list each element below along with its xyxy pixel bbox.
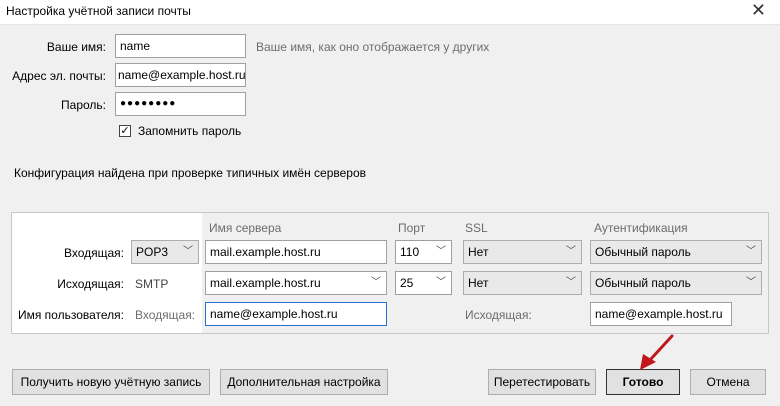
outgoing-protocol: SMTP [135,277,169,291]
outgoing-auth-value: Обычный пароль [595,276,691,290]
incoming-port-combo[interactable]: 110 ﹀ [395,240,452,264]
email-input[interactable]: name@example.host.ru [115,63,246,87]
username-outgoing-input[interactable]: name@example.host.ru [590,302,732,326]
username-incoming-label: Входящая: [135,308,196,322]
incoming-label: Входящая: [63,246,124,260]
column-header-port: Порт [398,221,426,235]
username-label: Имя пользователя: [17,308,124,322]
outgoing-port-value: 25 [400,276,414,290]
cancel-button[interactable]: Отмена [690,369,766,395]
chevron-down-icon: ﹀ [746,277,756,288]
incoming-server-input[interactable]: mail.example.host.ru [205,240,387,264]
chevron-down-icon: ﹀ [746,246,756,257]
remember-password-label[interactable]: Запомнить пароль [138,124,241,138]
annotation-arrow-icon [640,334,674,370]
incoming-ssl-value: Нет [468,245,489,259]
incoming-auth-select[interactable]: Обычный пароль ﹀ [590,240,762,264]
retest-button[interactable]: Перетестировать [488,369,596,395]
chevron-down-icon: ﹀ [566,277,576,288]
outgoing-ssl-value: Нет [468,276,489,290]
incoming-protocol-select[interactable]: POP3 ﹀ [131,240,199,264]
outgoing-auth-select[interactable]: Обычный пароль ﹀ [590,271,762,295]
name-input[interactable]: name [115,34,246,58]
incoming-ssl-select[interactable]: Нет ﹀ [463,240,582,264]
chevron-down-icon: ﹀ [371,277,381,288]
password-input[interactable]: ●●●●●●●● [115,92,246,116]
outgoing-label: Исходящая: [57,277,124,291]
password-label: Пароль: [61,98,106,112]
chevron-down-icon: ﹀ [183,246,193,257]
chevron-down-icon: ﹀ [436,246,446,257]
name-hint: Ваше имя, как оно отображается у других [256,40,490,54]
chevron-down-icon: ﹀ [436,277,446,288]
close-icon[interactable]: ✕ [751,1,766,19]
outgoing-server-value: mail.example.host.ru [210,276,321,290]
window-title: Настройка учётной записи почты [6,4,191,18]
username-outgoing-label: Исходящая: [465,308,532,322]
name-label: Ваше имя: [46,40,106,54]
incoming-auth-value: Обычный пароль [595,245,691,259]
advanced-config-button[interactable]: Дополнительная настройка [220,369,388,395]
outgoing-server-combo[interactable]: mail.example.host.ru ﹀ [205,271,387,295]
outgoing-ssl-select[interactable]: Нет ﹀ [463,271,582,295]
email-label: Адрес эл. почты: [12,69,106,83]
chevron-down-icon: ﹀ [566,246,576,257]
remember-password-checkbox[interactable]: ✓ [119,125,131,137]
incoming-protocol-value: POP3 [136,245,169,259]
done-button-label: Готово [622,375,664,389]
column-header-auth: Аутентификация [594,221,688,235]
config-status-message: Конфигурация найдена при проверке типичн… [14,166,367,180]
outgoing-port-combo[interactable]: 25 ﹀ [395,271,452,295]
column-header-server: Имя сервера [209,221,282,235]
username-incoming-input[interactable]: name@example.host.ru [205,302,387,326]
get-new-account-button[interactable]: Получить новую учётную запись [12,369,210,395]
column-header-ssl: SSL [465,221,488,235]
incoming-port-value: 110 [400,245,420,259]
